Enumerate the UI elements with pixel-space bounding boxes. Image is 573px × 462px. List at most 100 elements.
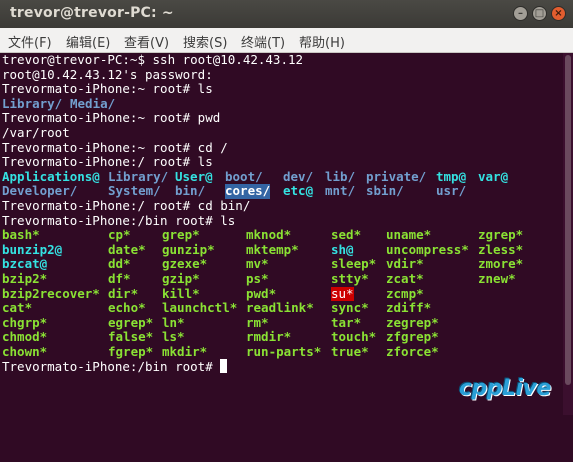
ls-entry: bzcat@ [2, 256, 48, 272]
ls-output-root: Applications@ Library/ User@ boot/ dev/ … [2, 168, 508, 185]
ls-entry: uname* [386, 227, 432, 243]
ls-entry: Applications@ [2, 168, 100, 184]
window-title: trevor@trevor-PC: ~ [10, 5, 174, 21]
ls-entry: Library/ [108, 168, 169, 184]
ls-entry: cat* [2, 300, 33, 316]
terminal-line: Trevormato-iPhone:/ root# cd bin/ [2, 197, 251, 213]
ls-entry: egrep* [108, 314, 154, 330]
terminal-line: root@10.42.43.12's password: [2, 66, 213, 82]
ls-entry: readlink* [246, 300, 314, 316]
ls-entry: ps* [246, 270, 269, 286]
menu-help[interactable]: 帮助(H) [299, 32, 345, 51]
ls-entry: echo* [108, 300, 146, 316]
text-cursor [220, 359, 228, 374]
scrollbar[interactable] [563, 53, 573, 415]
ls-entry: rm* [246, 314, 269, 330]
ls-entry: sync* [331, 300, 369, 316]
ls-entry: zegrep* [386, 314, 439, 330]
terminal-line: Trevormato-iPhone:~ root# cd / [2, 139, 228, 155]
ls-entry: dd* [108, 256, 131, 272]
ls-output-root: Developer/ System/ bin/ cores/ etc@ mnt/… [2, 183, 466, 199]
ls-entry: stty* [331, 270, 369, 286]
ls-entry: var@ [478, 168, 509, 184]
ls-entry: chown* [2, 343, 48, 359]
ls-entry: rmdir* [246, 329, 292, 345]
ls-output-bin: bash* cp* grep* mknod* sed* uname* zgrep… [2, 227, 523, 243]
menu-terminal[interactable]: 终端(T) [241, 32, 285, 51]
ls-entry: mknod* [246, 227, 292, 243]
watermark-logo: cppLive [459, 376, 551, 401]
ls-entry: System/ [108, 183, 161, 199]
terminal-line: trevor@trevor-PC:~$ ssh root@10.42.43.12 [2, 52, 304, 67]
ls-output-bin: bzcat@ dd* gzexe* mv* sleep* vdir* zmore… [2, 256, 523, 272]
ls-entry: fgrep* [108, 343, 154, 359]
ls-entry: date* [108, 241, 146, 257]
ls-entry: boot/ [225, 168, 263, 184]
ls-entry: tar* [331, 314, 362, 330]
ls-entry: zcat* [386, 270, 424, 286]
menu-edit[interactable]: 编辑(E) [66, 32, 110, 51]
ls-output-bin: chown* fgrep* mkdir* run-parts* true* zf… [2, 343, 439, 360]
ls-output-bin: bunzip2@ date* gunzip* mktemp* sh@ uncom… [2, 241, 523, 258]
ls-entry: sleep* [331, 256, 377, 272]
title-bar[interactable]: trevor@trevor-PC: ~ – □ × [0, 0, 573, 28]
ls-entry: grep* [162, 227, 200, 243]
ls-entry: zcmp* [386, 285, 424, 301]
terminal-line: Trevormato-iPhone:~ root# pwd [2, 110, 221, 126]
ls-entry: ln* [162, 314, 185, 330]
ls-entry: Developer/ [2, 183, 78, 199]
ls-entry: vdir* [386, 256, 424, 272]
ls-entry: lib/ [325, 168, 356, 184]
ls-entry: mktemp* [246, 241, 299, 257]
ls-entry: bash* [2, 227, 40, 243]
ls-entry: gunzip* [162, 241, 215, 257]
ls-output-bin: cat* echo* launchctl* readlink* sync* zd… [2, 300, 431, 316]
ls-entry: pwd* [246, 285, 277, 301]
ls-entry: bin/ [175, 183, 206, 199]
ls-output-bin: bzip2* df* gzip* ps* stty* zcat* znew* [2, 270, 516, 287]
ls-entry: etc@ [283, 183, 314, 199]
ls-entry: kill* [162, 285, 200, 301]
ls-entry: zless* [478, 241, 524, 257]
ls-entry: User@ [175, 168, 213, 184]
menu-search[interactable]: 搜索(S) [183, 32, 227, 51]
ls-entry: sbin/ [366, 183, 404, 199]
menu-file[interactable]: 文件(F) [8, 32, 52, 51]
ls-entry: usr/ [436, 183, 467, 199]
minimize-button[interactable]: – [513, 6, 528, 21]
ls-entry: false* [108, 329, 154, 345]
ls-entry: run-parts* [246, 343, 322, 359]
menu-view[interactable]: 查看(V) [124, 32, 169, 51]
ls-entry: dev/ [283, 168, 314, 184]
ls-entry: ls* [162, 329, 185, 345]
terminal-window: trevor@trevor-PC: ~ – □ × 文件(F) 编辑(E) 查看… [0, 0, 573, 415]
ls-entry: uncompress* [386, 241, 469, 257]
terminal-output[interactable]: trevor@trevor-PC:~$ ssh root@10.42.43.12… [2, 52, 523, 374]
ls-entry: cores/ [225, 183, 271, 199]
ls-entry: su* [331, 285, 354, 302]
scrollbar-thumb[interactable] [565, 55, 571, 385]
ls-entry: true* [331, 343, 369, 359]
ls-entry: tmp@ [436, 168, 467, 184]
ls-entry: cp* [108, 227, 131, 243]
ls-entry: bzip2recover* [2, 285, 100, 301]
ls-output-bin: bzip2recover* dir* kill* pwd* su* zcmp* [2, 285, 424, 302]
ls-entry: gzexe* [162, 256, 208, 272]
ls-entry: bunzip2@ [2, 241, 63, 257]
ls-entry: mnt/ [325, 183, 356, 199]
ls-entry: Library/ [2, 95, 63, 111]
ls-entry: mv* [246, 256, 269, 272]
maximize-button[interactable]: □ [532, 6, 547, 21]
ls-entry: bzip2* [2, 270, 48, 286]
ls-output-bin: chgrp* egrep* ln* rm* tar* zegrep* [2, 314, 439, 331]
ls-entry: Media/ [70, 95, 116, 111]
prompt-text: Trevormato-iPhone:/bin root# [2, 359, 213, 375]
close-button[interactable]: × [551, 6, 566, 21]
prompt-line[interactable]: Trevormato-iPhone:/bin root# [2, 359, 303, 374]
ls-entry: dir* [108, 285, 139, 301]
terminal-line: Trevormato-iPhone:/bin root# ls [2, 212, 236, 228]
ls-output-home: Library/ Media/ [2, 95, 303, 112]
terminal-line: Trevormato-iPhone:/ root# ls [2, 154, 213, 170]
ls-entry: zgrep* [478, 227, 524, 243]
ls-entry: df* [108, 270, 131, 286]
